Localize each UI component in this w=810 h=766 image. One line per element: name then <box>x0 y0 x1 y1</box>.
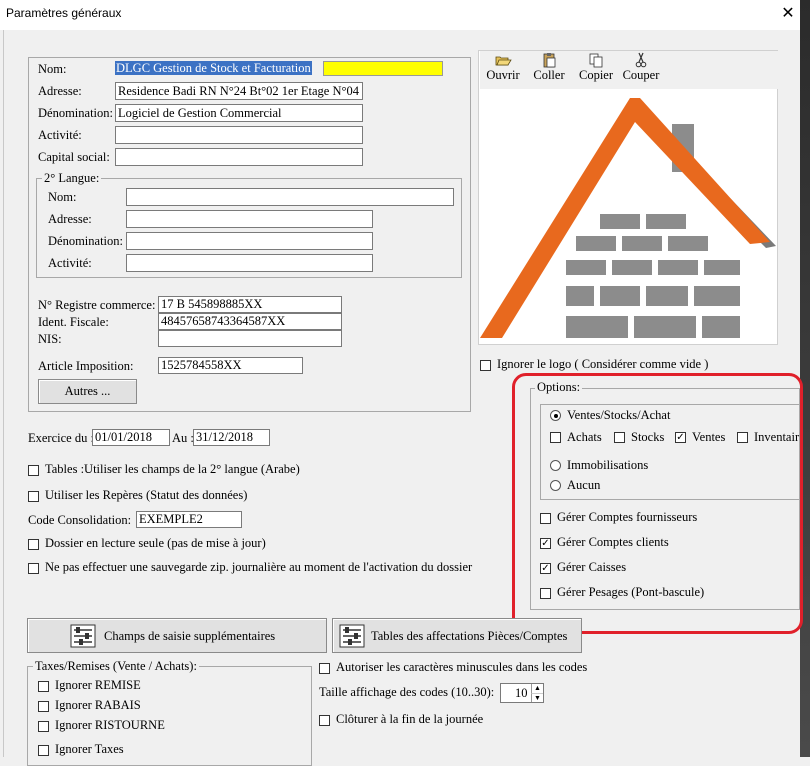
cloturer-label: Clôturer à la fin de la journée <box>336 712 484 726</box>
lang2-nom-label: Nom: <box>48 190 77 204</box>
lang2-adresse-label: Adresse: <box>48 212 92 226</box>
exercice-from-field[interactable]: 01/01/2018 <box>92 429 170 446</box>
coller-button[interactable]: Coller <box>530 52 568 83</box>
lang2-adresse-field[interactable] <box>126 210 373 228</box>
tables-affectations-label: Tables des affectations Pièces/Comptes <box>371 629 568 643</box>
lang2-denomination-label: Dénomination: <box>48 234 123 248</box>
second-language-legend: 2° Langue: <box>42 171 102 186</box>
autres-button[interactable]: Autres ... <box>38 379 137 404</box>
denomination-label: Dénomination: <box>38 106 113 120</box>
taxes-legend: Taxes/Remises (Vente / Achats): <box>33 659 199 674</box>
copier-label: Copier <box>578 68 614 82</box>
fiscal-label: Ident. Fiscale: <box>38 315 109 329</box>
reperes-checkbox[interactable] <box>28 491 39 502</box>
window-title: Paramètres généraux <box>6 6 122 20</box>
spin-down-icon[interactable]: ▼ <box>531 693 543 702</box>
ignorer-remise-label: Ignorer REMISE <box>55 678 141 692</box>
ignorer-taxes-label: Ignorer Taxes <box>55 742 124 756</box>
rc-field[interactable]: 17 B 545898885XX <box>158 296 342 313</box>
close-icon[interactable]: ✕ <box>778 4 798 24</box>
consolidation-field[interactable]: EXEMPLE2 <box>136 511 242 528</box>
ignorer-taxes-checkbox[interactable] <box>38 745 49 756</box>
paste-icon <box>543 53 556 68</box>
background-strip <box>800 0 810 757</box>
tables-affectations-button[interactable]: Tables des affectations Pièces/Comptes <box>332 618 582 653</box>
copier-button[interactable]: Copier <box>576 52 616 83</box>
folder-open-icon <box>495 56 512 66</box>
scissors-icon <box>635 52 647 68</box>
fiscal-field[interactable]: 48457658743364587XX <box>158 313 342 330</box>
champs-saisie-label: Champs de saisie supplémentaires <box>104 629 276 643</box>
lang2-activite-field[interactable] <box>126 254 373 272</box>
nom-extension <box>323 61 443 76</box>
exercice-label: Exercice du : <box>28 431 94 445</box>
copy-icon <box>589 53 603 68</box>
nis-field[interactable] <box>158 330 342 347</box>
nom-field[interactable]: DLGC Gestion de Stock et Facturation <box>115 60 445 78</box>
capital-label: Capital social: <box>38 150 110 164</box>
highlight-annotation <box>512 373 803 634</box>
lang2-denomination-field[interactable] <box>126 232 373 250</box>
couper-button[interactable]: Couper <box>620 52 662 83</box>
ignorer-ristourne-label: Ignorer RISTOURNE <box>55 718 165 732</box>
couper-label: Couper <box>622 68 660 82</box>
lecture-seule-label: Dossier en lecture seule (pas de mise à … <box>45 536 266 550</box>
company-logo <box>480 98 776 338</box>
minuscules-checkbox[interactable] <box>319 663 330 674</box>
sliders-icon <box>339 624 365 648</box>
activite-field[interactable] <box>115 126 363 144</box>
left-border <box>3 30 4 757</box>
article-field[interactable]: 1525784558XX <box>158 357 303 374</box>
coller-label: Coller <box>533 68 565 82</box>
taille-codes-label: Taille affichage des codes (10..30): <box>319 685 495 699</box>
ignore-logo-label: Ignorer le logo ( Considérer comme vide … <box>497 357 709 371</box>
article-label: Article Imposition: <box>38 359 134 373</box>
consolidation-label: Code Consolidation: <box>28 513 132 527</box>
capital-field[interactable] <box>115 148 363 166</box>
logo-bricks <box>566 214 740 338</box>
denomination-field[interactable]: Logiciel de Gestion Commercial <box>115 104 363 122</box>
ouvrir-button[interactable]: Ouvrir <box>484 52 522 83</box>
sliders-icon <box>70 624 96 648</box>
exercice-to-field[interactable]: 31/12/2018 <box>193 429 270 446</box>
lecture-seule-checkbox[interactable] <box>28 539 39 550</box>
taille-codes-spinner[interactable]: 10 ▲ ▼ <box>500 683 544 703</box>
lang2-nom-field[interactable] <box>126 188 454 206</box>
adresse-field[interactable]: Residence Badi RN N°24 Bt°02 1er Etage N… <box>115 82 363 100</box>
lang2-activite-label: Activité: <box>48 256 92 270</box>
tables-lang2-label: Tables :Utiliser les champs de la 2° lan… <box>45 462 300 476</box>
reperes-label: Utiliser les Repères (Statut des données… <box>45 488 248 502</box>
ignorer-rabais-label: Ignorer RABAIS <box>55 698 141 712</box>
minuscules-label: Autoriser les caractères minuscules dans… <box>336 660 588 674</box>
ignorer-ristourne-checkbox[interactable] <box>38 721 49 732</box>
ignorer-remise-checkbox[interactable] <box>38 681 49 692</box>
ouvrir-label: Ouvrir <box>486 68 520 82</box>
sauvegarde-label: Ne pas effectuer une sauvegarde zip. jou… <box>45 560 473 574</box>
taille-codes-value: 10 <box>515 686 528 700</box>
sauvegarde-checkbox[interactable] <box>28 563 39 574</box>
adresse-label: Adresse: <box>38 84 82 98</box>
rc-label: N° Registre commerce: <box>38 298 156 312</box>
champs-saisie-button[interactable]: Champs de saisie supplémentaires <box>27 618 327 653</box>
tables-lang2-checkbox[interactable] <box>28 465 39 476</box>
title-bar <box>0 0 810 30</box>
nis-label: NIS: <box>38 332 62 346</box>
cloturer-checkbox[interactable] <box>319 715 330 726</box>
activite-label: Activité: <box>38 128 82 142</box>
nom-label: Nom: <box>38 62 67 76</box>
ignorer-rabais-checkbox[interactable] <box>38 701 49 712</box>
spin-up-icon[interactable]: ▲ <box>531 684 543 693</box>
nom-value: DLGC Gestion de Stock et Facturation <box>115 61 312 75</box>
ignore-logo-checkbox[interactable] <box>480 360 491 371</box>
exercice-au-label: Au : <box>172 431 194 445</box>
